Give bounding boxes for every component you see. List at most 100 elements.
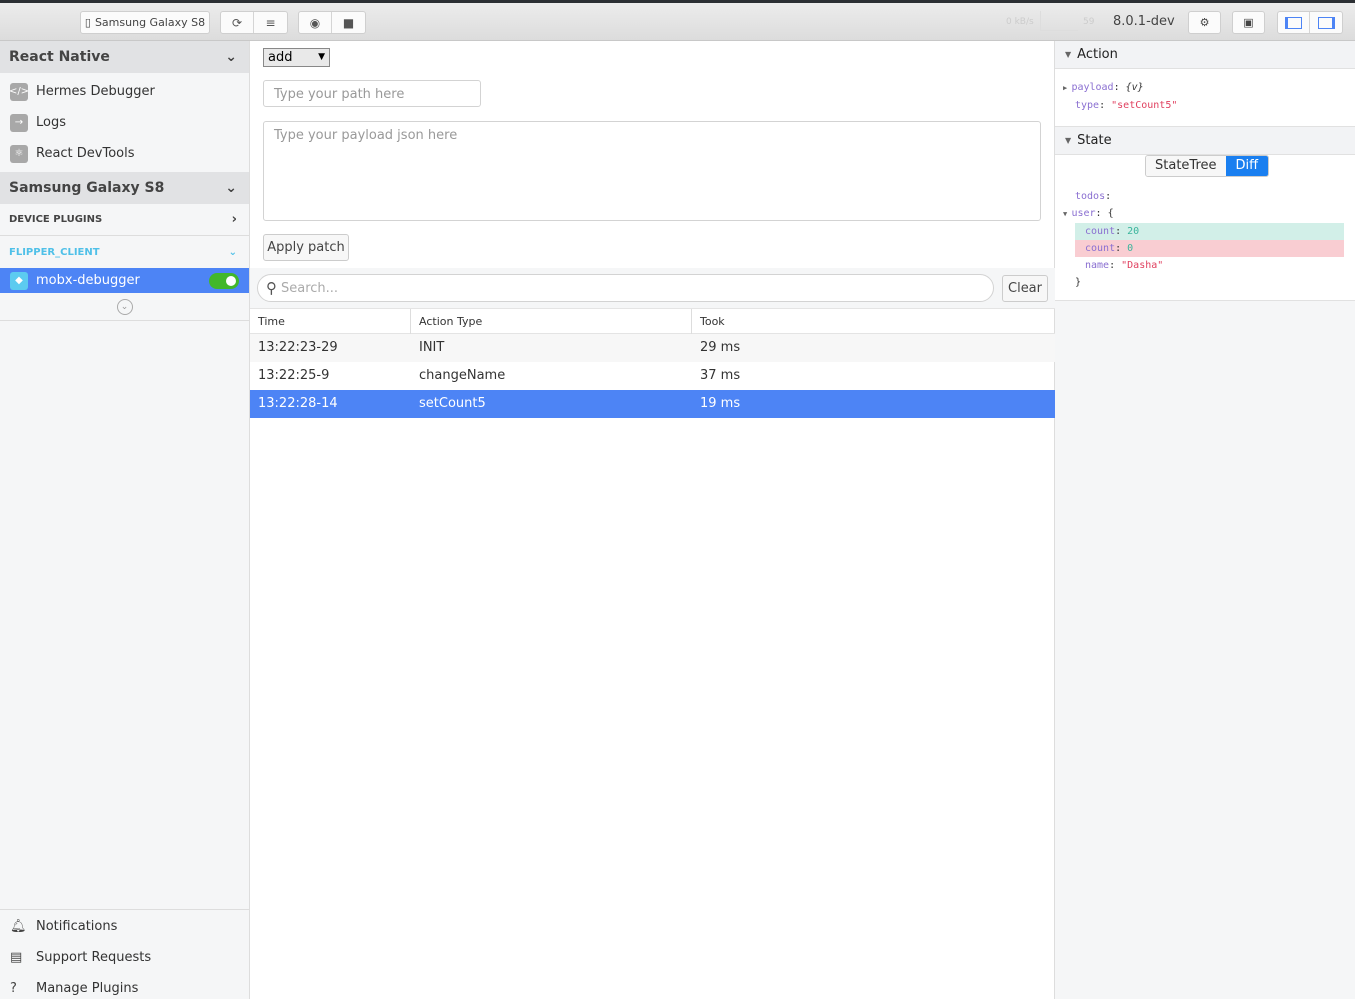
payload-line[interactable]: ▶ payload: {v} [1063,79,1355,97]
section-title: Samsung Galaxy S8 [9,180,165,196]
settings-button[interactable]: ⚙ [1188,11,1221,34]
tab-statetree[interactable]: StateTree [1146,156,1226,176]
column-action-type[interactable]: Action Type [410,309,482,334]
value: 20 [1127,226,1140,237]
todos-line: todos: [1075,191,1112,202]
device-selector[interactable]: ▯ Samsung Galaxy S8 [80,11,210,34]
diff-tree: todos: ▼ user: { count: 20 count: 0 name… [1063,188,1344,291]
caret-down-icon: ▼ [1065,50,1072,59]
user-line[interactable]: ▼ user: { [1063,205,1344,223]
reload-group: ⟳ ≡ [220,11,288,34]
brace: { [1107,208,1114,219]
table-row[interactable]: 13:22:25-9 changeName 37 ms [250,362,1055,390]
toolbar: ▯ Samsung Galaxy S8 ⟳ ≡ ◉ ■ 0 kB/s 59 8.0.1… [0,3,1355,41]
sidebar-item-notifications[interactable]: 🔔︎ Notifications [0,911,249,942]
camera-plus-icon: ▣ [1243,16,1254,29]
right-sidebar-toggle-icon[interactable] [1310,12,1342,33]
menu-icon[interactable]: ≡ [254,12,287,33]
sidebar-item-logs[interactable]: → Logs [0,107,249,138]
sidebar-item-manage-plugins[interactable]: ? Manage Plugins [0,973,249,1004]
state-panel-header[interactable]: ▼ State [1055,127,1355,155]
panel-toggle-group [1277,11,1343,34]
panel-title: Action [1077,47,1118,62]
diff-removed-line: count: 0 [1075,240,1344,257]
record-icon[interactable]: ■ [332,12,365,33]
camera-icon[interactable]: ◉ [299,12,332,33]
reload-icon[interactable]: ⟳ [221,12,254,33]
section-react-native[interactable]: React Native ⌄ [0,41,249,73]
state-tabs: StateTree Diff [1145,155,1270,177]
device-label: Samsung Galaxy S8 [94,16,206,29]
key: payload [1071,82,1114,93]
cell-took: 19 ms [700,396,741,411]
subhead-label: DEVICE PLUGINS [9,214,103,225]
expand-more[interactable]: ⌄ [0,293,249,321]
cell-action: changeName [419,368,506,383]
client-header[interactable]: FLIPPER_CLIENT ⌄ [0,236,249,268]
sidebar-item-hermes[interactable]: </> Hermes Debugger [0,76,249,107]
search-input[interactable]: ⚲ Search... [257,274,994,302]
item-label: Support Requests [36,950,152,965]
key: name [1085,260,1110,271]
cell-time: 13:22:25-9 [258,368,330,383]
key: count [1085,226,1116,237]
tab-diff[interactable]: Diff [1225,156,1269,176]
clear-button[interactable]: Clear [1002,275,1048,302]
key: count [1085,243,1116,254]
action-panel-header[interactable]: ▼ Action [1055,41,1355,69]
sidebar: React Native ⌄ </> Hermes Debugger → Logs ⚛… [0,41,250,999]
apply-patch-button[interactable]: Apply patch [263,234,349,261]
main-panel: add ▼ Type your path here Type your paylo… [250,41,1055,999]
close-brace: } [1075,277,1082,288]
item-label: mobx-debugger [36,273,140,288]
cell-took: 37 ms [700,368,741,383]
cell-action: setCount5 [419,396,486,411]
subhead-label: FLIPPER_CLIENT [9,246,100,258]
phone-icon: ▯ [84,16,91,29]
search-placeholder: Search... [281,280,339,296]
type-line: type: "setCount5" [1075,100,1178,111]
select-value: add [268,50,293,65]
column-took[interactable]: Took [691,309,725,334]
action-body: ▶ payload: {v} type: "setCount5" [1055,69,1355,127]
sidebar-item-mobx-debugger[interactable]: ◆ mobx-debugger [0,268,249,293]
key: todos [1075,191,1106,202]
screenshot-button[interactable]: ▣ [1232,11,1265,34]
value: 0 [1127,243,1134,254]
chevron-circle-down-icon: ⌄ [116,298,133,315]
cell-took: 29 ms [700,340,741,355]
name-line: name: "Dasha" [1085,260,1164,271]
column-time[interactable]: Time [258,309,285,334]
path-input[interactable]: Type your path here [263,80,481,107]
capture-group: ◉ ■ [298,11,366,34]
sidebar-item-devtools[interactable]: ⚛ React DevTools [0,138,249,169]
cell-time: 13:22:23-29 [258,340,338,355]
plugin-toggle[interactable] [209,272,239,289]
cell-action: INIT [419,340,445,355]
chevron-right-icon: › [231,212,237,227]
panel-title: State [1077,133,1112,148]
payload-textarea[interactable]: Type your payload json here [263,121,1041,221]
value: "Dasha" [1121,260,1164,271]
device-plugins-header[interactable]: DEVICE PLUGINS › [0,204,249,236]
search-bar: ⚲ Search... Clear [250,268,1055,309]
operation-select[interactable]: add ▼ [263,48,330,67]
chevron-down-icon: ⌄ [228,246,237,258]
cube-icon: ◆ [10,271,28,290]
cell-time: 13:22:28-14 [258,396,338,411]
detail-sidebar: ▼ Action ▶ payload: {v} type: "setCount5"… [1055,41,1355,999]
left-sidebar-toggle-icon[interactable] [1278,12,1311,33]
table-row-selected[interactable]: 13:22:28-14 setCount5 19 ms [250,390,1055,418]
table-header: Time Action Type Took [250,309,1055,334]
support-icon: ▤ [10,950,23,965]
search-icon: ⚲ [266,279,277,297]
sidebar-item-support[interactable]: ▤ Support Requests [0,942,249,973]
version: 8.0.1-dev [1113,14,1175,29]
section-device[interactable]: Samsung Galaxy S8 ⌄ [0,172,249,204]
chevron-down-icon: ⌄ [225,49,237,65]
section-title: React Native [9,49,110,65]
bell-icon: 🔔︎ [10,919,27,934]
chevron-down-icon: ⌄ [225,180,237,196]
item-label: Logs [36,115,66,130]
table-row[interactable]: 13:22:23-29 INIT 29 ms [250,334,1055,362]
